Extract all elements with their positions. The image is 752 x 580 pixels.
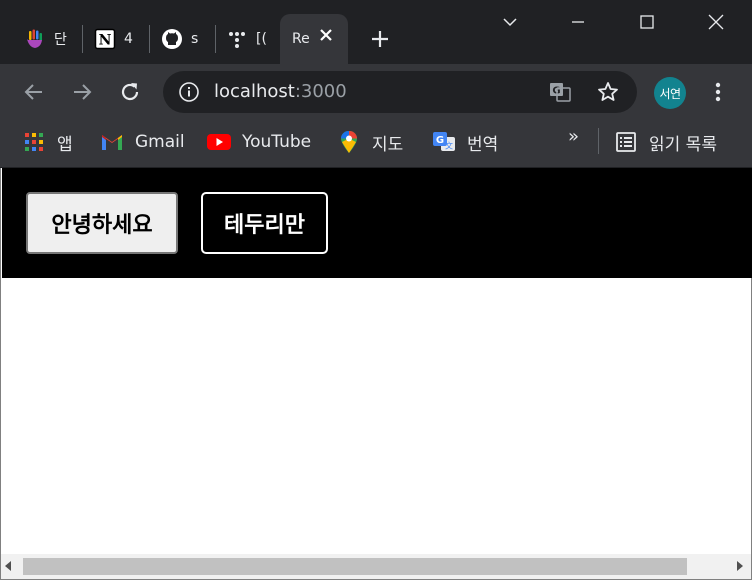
tab-title: 단 [54, 32, 67, 48]
close-tab-icon[interactable] [318, 27, 334, 43]
bookmark-gmail[interactable]: Gmail [100, 128, 185, 156]
tab-2[interactable]: N 4 [94, 22, 138, 56]
tab-separator [82, 25, 83, 53]
reload-icon[interactable] [118, 80, 142, 104]
page-viewport: 안녕하세요 테두리만 [0, 168, 752, 554]
address-bar[interactable]: localhost:3000 G [163, 71, 637, 113]
youtube-icon [207, 130, 231, 154]
tab-separator [149, 25, 150, 53]
hand-logo-icon [24, 28, 46, 50]
tab-3[interactable]: s [161, 22, 203, 56]
new-tab-icon[interactable] [368, 27, 392, 51]
bookmark-label: 앱 [57, 134, 73, 155]
tab-title: s [191, 31, 199, 47]
page-header-band: 안녕하세요 테두리만 [2, 168, 752, 278]
bookmark-label: 지도 [372, 134, 404, 155]
back-icon[interactable] [22, 80, 46, 104]
tab-title: 4 [124, 31, 133, 47]
tab-active[interactable]: Re [280, 14, 348, 64]
apps-grid-icon [22, 130, 46, 154]
browser-toolbar: localhost:3000 G 서연 [0, 64, 752, 120]
tab-1[interactable]: 단 [24, 22, 68, 56]
translate-icon: G 文 [432, 130, 456, 154]
tab-search-icon[interactable] [498, 10, 522, 34]
notion-icon: N [94, 28, 116, 50]
svg-text:N: N [99, 33, 112, 49]
bookmark-label: 번역 [467, 134, 499, 155]
profile-avatar[interactable]: 서연 [654, 77, 686, 109]
tab-title: [( [256, 31, 267, 47]
scroll-left-icon[interactable] [5, 561, 11, 571]
tab-separator [215, 25, 216, 53]
url-text: localhost:3000 [214, 81, 347, 102]
tab-strip: 단 N 4 s [( Re [0, 0, 752, 64]
gmail-icon [100, 130, 124, 154]
minimize-icon[interactable] [566, 10, 590, 34]
bookmark-maps[interactable]: 지도 [337, 128, 403, 156]
close-window-icon[interactable] [704, 10, 728, 34]
bookmark-label: Gmail [135, 132, 185, 152]
bookmark-youtube[interactable]: YouTube [207, 128, 311, 156]
maps-pin-icon [337, 130, 361, 154]
translate-page-icon[interactable]: G [548, 80, 572, 104]
maximize-icon[interactable] [635, 10, 659, 34]
url-port: :3000 [294, 81, 347, 102]
dots-grid-icon [226, 28, 248, 50]
svg-text:G: G [436, 135, 444, 146]
horizontal-scrollbar[interactable] [0, 554, 752, 580]
reading-list-button[interactable]: 읽기 목록 [614, 128, 717, 156]
tab-title: Re [292, 31, 310, 47]
github-icon [161, 28, 183, 50]
scrollbar-thumb[interactable] [23, 558, 687, 575]
url-host: localhost [214, 81, 295, 102]
reading-list-icon [614, 130, 638, 154]
bookmarks-overflow-button[interactable]: » [568, 126, 579, 147]
forward-icon[interactable] [70, 80, 94, 104]
tab-4[interactable]: [( [226, 22, 270, 56]
site-info-icon[interactable] [178, 81, 200, 103]
bookmark-label: YouTube [242, 132, 312, 152]
reading-list-label: 읽기 목록 [649, 134, 717, 155]
scroll-right-icon[interactable] [737, 561, 743, 571]
bookmark-translate[interactable]: G 文 번역 [432, 128, 498, 156]
outline-only-button[interactable]: 테두리만 [201, 192, 328, 254]
bookmarks-separator [598, 128, 599, 154]
more-menu-icon[interactable] [706, 80, 730, 104]
svg-text:文: 文 [445, 141, 453, 151]
hello-button[interactable]: 안녕하세요 [26, 192, 178, 254]
bookmark-star-icon[interactable] [596, 80, 620, 104]
bookmark-apps[interactable]: 앱 [22, 128, 73, 156]
